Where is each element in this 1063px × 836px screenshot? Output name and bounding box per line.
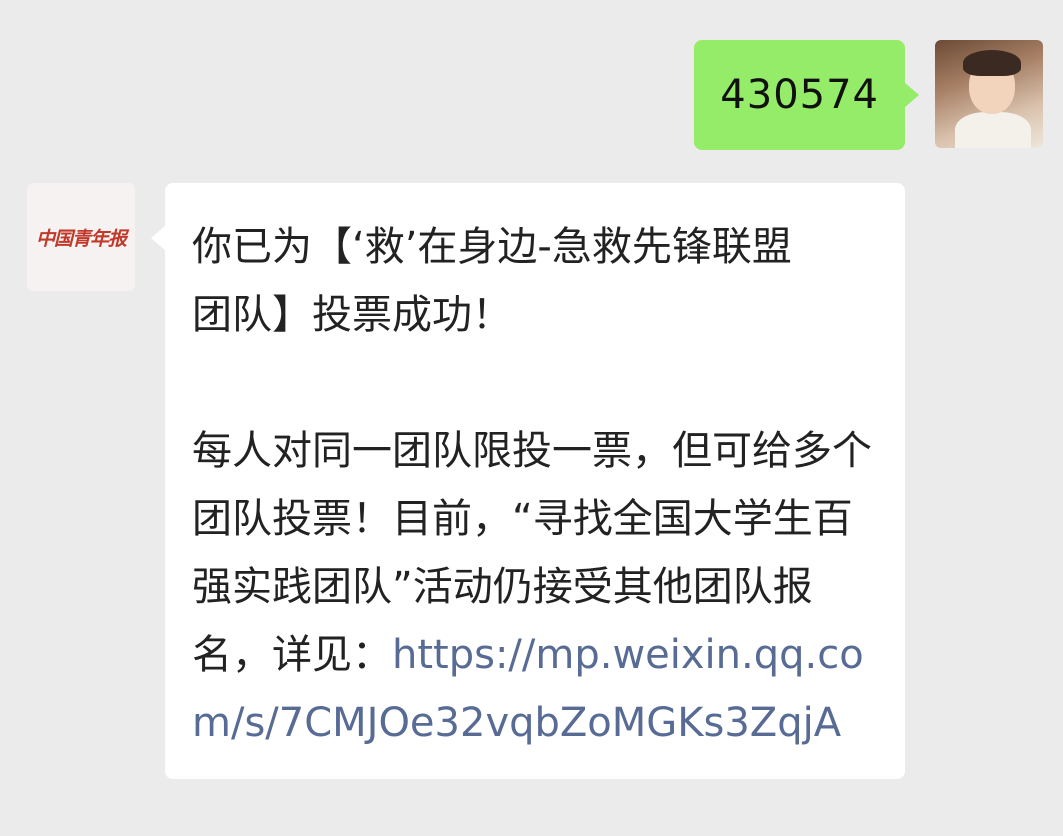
info-paragraph: 每人对同一团队限投一票，但可给多个团队投票！目前，“寻找全国大学生百强实践团队”… bbox=[192, 417, 885, 757]
vote-success-text: 你已为【‘救’在身边-急救先锋联盟 团队】投票成功！ bbox=[192, 213, 885, 349]
chat-view: 430574 中国青年报 你已为【‘救’在身边-急救先锋联盟 团队】投票成功！ … bbox=[0, 0, 1063, 836]
incoming-bubble[interactable]: 你已为【‘救’在身边-急救先锋联盟 团队】投票成功！ 每人对同一团队限投一票，但… bbox=[151, 183, 905, 779]
sender-avatar[interactable]: 中国青年报 bbox=[27, 183, 135, 291]
outgoing-message: 430574 bbox=[694, 40, 1043, 150]
vote-success-line-1: 你已为【‘救’在身边-急救先锋联盟 bbox=[192, 224, 792, 270]
outgoing-bubble[interactable]: 430574 bbox=[694, 40, 919, 150]
outgoing-text: 430574 bbox=[720, 72, 879, 118]
vote-success-line-2: 团队】投票成功！ bbox=[192, 292, 512, 338]
user-avatar[interactable] bbox=[935, 40, 1043, 148]
sender-logo-text: 中国青年报 bbox=[35, 227, 127, 250]
incoming-message: 中国青年报 你已为【‘救’在身边-急救先锋联盟 团队】投票成功！ 每人对同一团队… bbox=[27, 183, 905, 779]
